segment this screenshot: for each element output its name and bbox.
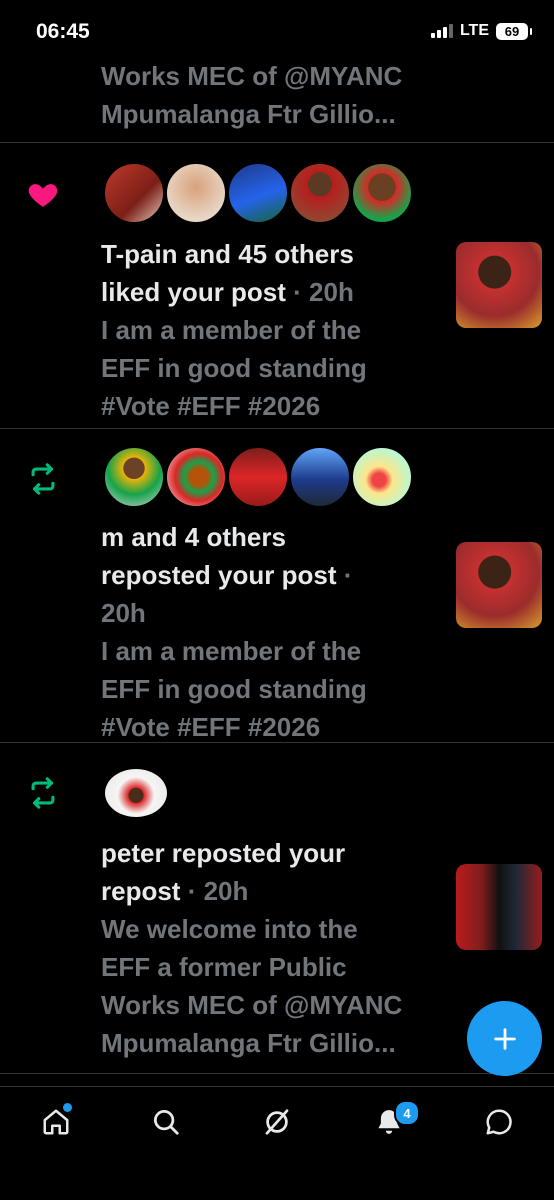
notifications-badge: 4 — [394, 1100, 420, 1126]
avatar-row — [103, 162, 413, 224]
notification-title: T-pain and 45 others — [101, 239, 354, 269]
notification-title: repost — [101, 876, 181, 906]
notification-like[interactable]: T-pain and 45 others liked your post · 2… — [0, 143, 554, 429]
notification-title: liked your post — [101, 277, 286, 307]
post-line: I am a member of the — [101, 315, 362, 345]
post-line: EFF in good standing — [101, 353, 367, 383]
compose-button[interactable] — [467, 1001, 542, 1076]
post-thumbnail[interactable] — [456, 864, 542, 950]
timestamp: 20h — [101, 598, 146, 628]
avatar[interactable] — [351, 446, 413, 508]
post-line: Mpumalanga Ftr Gillio... — [101, 1028, 396, 1058]
post-line: EFF a former Public — [101, 952, 347, 982]
post-line: #Vote #EFF #2026 — [101, 712, 321, 742]
post-line: I am a member of the — [101, 636, 362, 666]
grok-icon[interactable] — [262, 1107, 292, 1137]
timestamp-separator: · — [343, 560, 353, 590]
post-line: #Vote #EFF #2026 — [101, 391, 321, 421]
notification-title: reposted your post — [101, 560, 337, 590]
plus-icon — [493, 1027, 516, 1050]
post-line: Works MEC of @MYANC — [101, 990, 403, 1020]
avatar[interactable] — [351, 162, 413, 224]
notification-title: peter reposted your — [101, 838, 346, 868]
avatar[interactable] — [165, 162, 227, 224]
avatar[interactable] — [289, 446, 351, 508]
repost-icon — [31, 777, 55, 809]
notification-title: m and 4 others — [101, 522, 286, 552]
post-line: We welcome into the — [101, 914, 358, 944]
avatar-row — [103, 767, 169, 819]
bottom-nav: 4 — [0, 1086, 554, 1200]
search-icon[interactable] — [151, 1107, 181, 1137]
messages-icon[interactable] — [484, 1107, 514, 1137]
repost-icon — [31, 463, 55, 495]
post-line: Works MEC of @MYANC — [101, 61, 403, 91]
avatar[interactable] — [103, 767, 169, 819]
avatar[interactable] — [289, 162, 351, 224]
notification-partial[interactable]: Works MEC of @MYANC Mpumalanga Ftr Gilli… — [0, 0, 554, 143]
post-thumbnail[interactable] — [456, 542, 542, 628]
notification-repost[interactable]: m and 4 others reposted your post · 20h … — [0, 429, 554, 743]
avatar[interactable] — [103, 446, 165, 508]
avatar[interactable] — [165, 446, 227, 508]
heart-icon — [28, 184, 58, 207]
avatar-row — [103, 446, 413, 508]
avatar[interactable] — [227, 446, 289, 508]
home-unread-dot — [63, 1103, 72, 1112]
post-thumbnail[interactable] — [456, 242, 542, 328]
timestamp: · 20h — [187, 876, 249, 906]
avatar[interactable] — [103, 162, 165, 224]
post-line: Mpumalanga Ftr Gillio... — [101, 99, 396, 129]
avatar[interactable] — [227, 162, 289, 224]
timestamp: · 20h — [293, 277, 354, 307]
post-line: EFF in good standing — [101, 674, 367, 704]
